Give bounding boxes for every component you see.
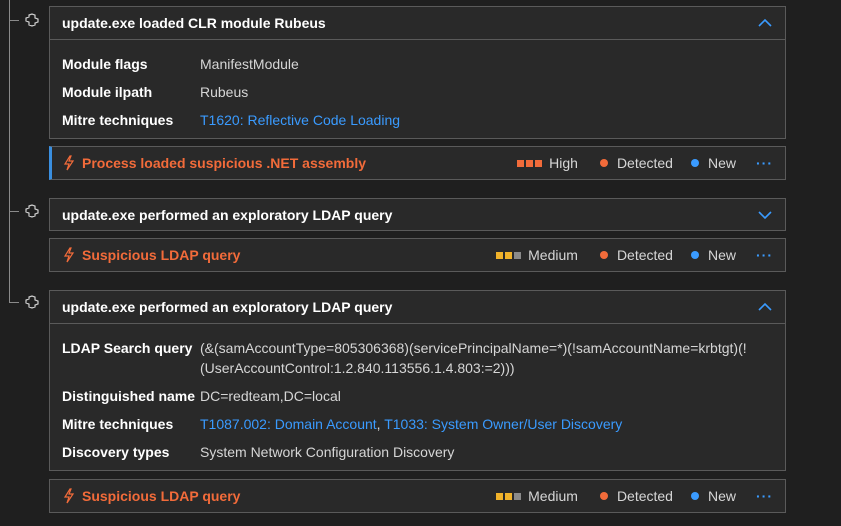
- classification-indicator: New: [690, 488, 736, 504]
- tree-connector: [9, 0, 10, 302]
- classification-label: New: [707, 488, 736, 504]
- detail-row: LDAP Search query (&(samAccountType=8053…: [62, 338, 773, 378]
- mitre-technique-link[interactable]: T1087.002: Domain Account: [200, 416, 377, 432]
- chevron-down-icon[interactable]: [757, 207, 773, 223]
- detail-value-line: (&(samAccountType=805306368)(servicePrin…: [200, 340, 747, 356]
- severity-label: High: [549, 155, 578, 171]
- severity-bars: [496, 492, 522, 500]
- detail-row: Module ilpath Rubeus: [62, 82, 773, 102]
- chevron-up-icon[interactable]: [757, 15, 773, 31]
- event-card-header[interactable]: update.exe performed an exploratory LDAP…: [50, 199, 785, 231]
- event-card-ldap-query-expanded: update.exe performed an exploratory LDAP…: [49, 290, 786, 471]
- more-options-button[interactable]: ···: [756, 488, 773, 504]
- classification-label: New: [707, 155, 736, 171]
- detail-row: Discovery types System Network Configura…: [62, 442, 773, 462]
- process-node-icon: [25, 204, 39, 218]
- detail-row: Mitre techniques T1087.002: Domain Accou…: [62, 414, 773, 434]
- event-card-header[interactable]: update.exe performed an exploratory LDAP…: [50, 291, 785, 324]
- status-dot: [599, 159, 608, 167]
- detail-key: Discovery types: [62, 444, 170, 460]
- status-label: Detected: [616, 488, 673, 504]
- severity-indicator: Medium: [496, 247, 578, 263]
- event-card-ldap-query-collapsed: update.exe performed an exploratory LDAP…: [49, 198, 786, 231]
- chevron-up-icon[interactable]: [757, 299, 773, 315]
- mitre-technique-link[interactable]: T1620: Reflective Code Loading: [200, 112, 400, 128]
- severity-label: Medium: [528, 247, 578, 263]
- alert-title[interactable]: Suspicious LDAP query: [82, 247, 496, 263]
- classification-dot: [690, 492, 699, 500]
- lightning-icon: [63, 155, 75, 171]
- severity-bars: [517, 159, 543, 167]
- event-card-clr-module: update.exe loaded CLR module Rubeus Modu…: [49, 6, 786, 139]
- lightning-icon: [63, 488, 75, 504]
- status-indicator: Detected: [599, 488, 673, 504]
- classification-dot: [690, 251, 699, 259]
- alert-row-ldap-query[interactable]: Suspicious LDAP query Medium Detected Ne…: [49, 479, 786, 513]
- status-dot: [599, 492, 608, 500]
- detail-key: Module flags: [62, 56, 148, 72]
- detail-key: Mitre techniques: [62, 416, 174, 432]
- tree-branch: [9, 20, 19, 21]
- severity-indicator: High: [517, 155, 578, 171]
- severity-label: Medium: [528, 488, 578, 504]
- process-node-icon: [25, 295, 39, 309]
- status-indicator: Detected: [599, 155, 673, 171]
- status-indicator: Detected: [599, 247, 673, 263]
- detail-row: Distinguished name DC=redteam,DC=local: [62, 386, 773, 406]
- status-label: Detected: [616, 247, 673, 263]
- alert-title[interactable]: Suspicious LDAP query: [82, 488, 496, 504]
- detail-value: ManifestModule: [200, 56, 299, 72]
- alert-row-ldap-query[interactable]: Suspicious LDAP query Medium Detected Ne…: [49, 238, 786, 272]
- detail-value: Rubeus: [200, 84, 249, 100]
- process-node-icon: [25, 13, 39, 27]
- more-options-button[interactable]: ···: [756, 247, 773, 263]
- detail-key: Distinguished name: [62, 388, 196, 404]
- severity-bars: [496, 251, 522, 259]
- event-card-header[interactable]: update.exe loaded CLR module Rubeus: [50, 7, 785, 40]
- detail-row: Mitre techniques T1620: Reflective Code …: [62, 110, 773, 130]
- event-card-title: update.exe performed an exploratory LDAP…: [62, 207, 393, 223]
- detail-value: System Network Configuration Discovery: [200, 444, 455, 460]
- event-details: LDAP Search query (&(samAccountType=8053…: [50, 324, 785, 476]
- detail-key: Module ilpath: [62, 84, 153, 100]
- severity-indicator: Medium: [496, 488, 578, 504]
- more-options-button[interactable]: ···: [756, 155, 773, 171]
- event-card-title: update.exe performed an exploratory LDAP…: [62, 299, 393, 315]
- tree-branch: [9, 302, 19, 303]
- status-label: Detected: [616, 155, 673, 171]
- lightning-icon: [63, 247, 75, 263]
- classification-dot: [690, 159, 699, 167]
- detail-row: Module flags ManifestModule: [62, 54, 773, 74]
- alert-title[interactable]: Process loaded suspicious .NET assembly: [82, 155, 517, 171]
- detail-key: LDAP Search query: [62, 340, 193, 356]
- detail-value-line: (UserAccountControl:1.2.840.113556.1.4.8…: [200, 360, 515, 376]
- tree-branch: [9, 211, 19, 212]
- detail-value: DC=redteam,DC=local: [200, 388, 341, 404]
- classification-label: New: [707, 247, 736, 263]
- status-dot: [599, 251, 608, 259]
- classification-indicator: New: [690, 247, 736, 263]
- classification-indicator: New: [690, 155, 736, 171]
- alert-row-dotnet-assembly[interactable]: Process loaded suspicious .NET assembly …: [49, 146, 786, 180]
- detail-key: Mitre techniques: [62, 112, 174, 128]
- event-details: Module flags ManifestModule Module ilpat…: [50, 40, 785, 144]
- event-card-title: update.exe loaded CLR module Rubeus: [62, 15, 326, 31]
- mitre-technique-link[interactable]: T1033: System Owner/User Discovery: [384, 416, 622, 432]
